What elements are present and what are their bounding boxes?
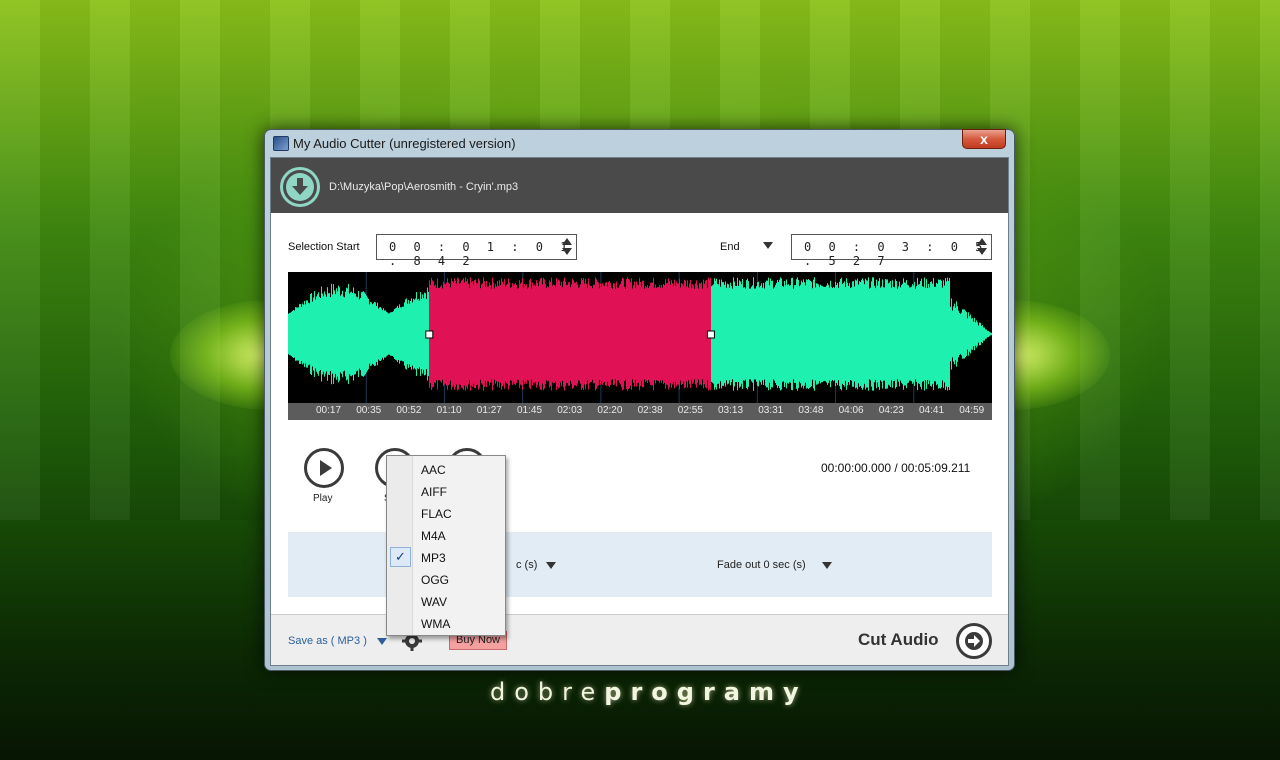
timeline-tick-label: 00:17 — [316, 405, 342, 416]
selection-start-value: 0 0 : 0 1 : 0 1 . 8 4 2 — [389, 240, 573, 268]
waveform-bars — [288, 277, 992, 391]
selection-start-field[interactable]: 0 0 : 0 1 : 0 1 . 8 4 2 — [376, 234, 577, 268]
format-option-wav[interactable]: WAV — [388, 590, 504, 612]
format-option-flac[interactable]: FLAC — [388, 502, 504, 524]
fade-out-dropdown-icon[interactable] — [822, 562, 832, 569]
spin-down-icon[interactable] — [977, 248, 987, 255]
file-path: D:\Muzyka\Pop\Aerosmith - Cryin'.mp3 — [329, 181, 519, 193]
fade-in-dropdown-icon[interactable] — [546, 562, 556, 569]
logo-bold: programy — [604, 678, 808, 706]
timeline-ruler: 00:17 00:35 00:52 01:10 01:27 01:45 02:03 02:20… — [288, 403, 992, 420]
title-bar[interactable]: My Audio Cutter (unregistered version) x — [265, 129, 1014, 157]
timeline-tick-label: 03:13 — [718, 405, 744, 416]
timeline-tick-label: 04:59 — [959, 405, 985, 416]
format-option-aiff[interactable]: AIFF — [388, 480, 504, 502]
selection-start-label: Selection Start — [288, 241, 360, 253]
format-option-label: MP3 — [421, 551, 446, 565]
close-button[interactable]: x — [962, 129, 1006, 149]
fade-in-label[interactable]: c (s) — [516, 559, 537, 571]
bottom-bar: Save as ( MP3 ) Buy Now Cut Audio — [271, 614, 1008, 665]
waveform[interactable] — [288, 272, 992, 415]
cut-audio-label[interactable]: Cut Audio — [858, 630, 939, 650]
timeline-tick-label: 02:38 — [637, 405, 663, 416]
timeline-tick-label: 00:52 — [396, 405, 422, 416]
client-area: D:\Muzyka\Pop\Aerosmith - Cryin'.mp3 Sel… — [270, 157, 1009, 666]
timeline-tick-label: 03:31 — [758, 405, 784, 416]
app-window: My Audio Cutter (unregistered version) x… — [264, 129, 1015, 671]
format-option-mp3[interactable]: ✓ MP3 — [388, 546, 504, 568]
format-option-label: AAC — [421, 463, 446, 477]
play-button[interactable] — [304, 448, 344, 488]
timeline-tick-label: 02:20 — [597, 405, 623, 416]
position-readout: 00:00:00.000 / 00:05:09.211 — [821, 461, 971, 475]
format-option-label: OGG — [421, 573, 450, 587]
save-as-label[interactable]: Save as ( MP3 ) — [288, 635, 367, 647]
timeline-tick-label: 01:10 — [436, 405, 462, 416]
spin-up-icon[interactable] — [977, 238, 987, 245]
timeline-tick-label: 01:45 — [517, 405, 543, 416]
timeline-tick-label: 04:06 — [838, 405, 864, 416]
arrow-right-icon — [965, 632, 983, 650]
fade-out-label[interactable]: Fade out 0 sec (s) — [717, 559, 806, 571]
format-dropdown-menu[interactable]: AAC AIFF FLAC M4A ✓ MP3 OGG WAV WMA — [386, 455, 506, 636]
spin-down-icon[interactable] — [562, 248, 572, 255]
waveform-graphic[interactable] — [288, 272, 992, 403]
timeline-tick-label: 01:27 — [476, 405, 502, 416]
format-option-wma[interactable]: WMA — [388, 612, 504, 634]
app-icon — [273, 136, 289, 151]
selection-end-handle[interactable] — [706, 330, 715, 339]
format-option-label: FLAC — [421, 507, 452, 521]
format-option-label: M4A — [421, 529, 446, 543]
end-dropdown-icon[interactable] — [763, 242, 773, 249]
selection-start-spinner[interactable] — [562, 237, 572, 257]
open-file-button[interactable] — [280, 167, 320, 207]
format-option-m4a[interactable]: M4A — [388, 524, 504, 546]
play-label: Play — [313, 493, 333, 504]
selection-start-handle[interactable] — [425, 330, 434, 339]
window-title: My Audio Cutter (unregistered version) — [293, 136, 516, 151]
format-option-label: AIFF — [421, 485, 447, 499]
timeline-tick-label: 04:23 — [878, 405, 904, 416]
cut-audio-button[interactable] — [956, 623, 992, 659]
spin-up-icon[interactable] — [562, 238, 572, 245]
dobreprogramy-logo: dobreprogramy — [490, 678, 799, 712]
format-option-label: WMA — [421, 617, 451, 631]
format-option-aac[interactable]: AAC — [388, 458, 504, 480]
file-header: D:\Muzyka\Pop\Aerosmith - Cryin'.mp3 — [271, 158, 1008, 213]
save-as-dropdown-icon[interactable] — [377, 638, 387, 645]
play-icon — [320, 460, 332, 476]
timeline-tick-label: 00:35 — [356, 405, 382, 416]
timeline-tick-label: 04:41 — [919, 405, 945, 416]
logo-light: dobre — [490, 678, 605, 706]
download-arrow-icon — [286, 173, 314, 201]
selection-end-field[interactable]: 0 0 : 0 3 : 0 5 . 5 2 7 — [791, 234, 992, 268]
format-option-label: WAV — [421, 595, 447, 609]
selection-end-value: 0 0 : 0 3 : 0 5 . 5 2 7 — [804, 240, 988, 268]
timeline-tick-label: 02:55 — [677, 405, 703, 416]
format-option-ogg[interactable]: OGG — [388, 568, 504, 590]
timeline-tick-label: 03:48 — [798, 405, 824, 416]
checkmark-icon: ✓ — [390, 547, 411, 567]
selection-end-spinner[interactable] — [977, 237, 987, 257]
end-label: End — [720, 241, 740, 253]
timeline-tick-label: 02:03 — [557, 405, 583, 416]
